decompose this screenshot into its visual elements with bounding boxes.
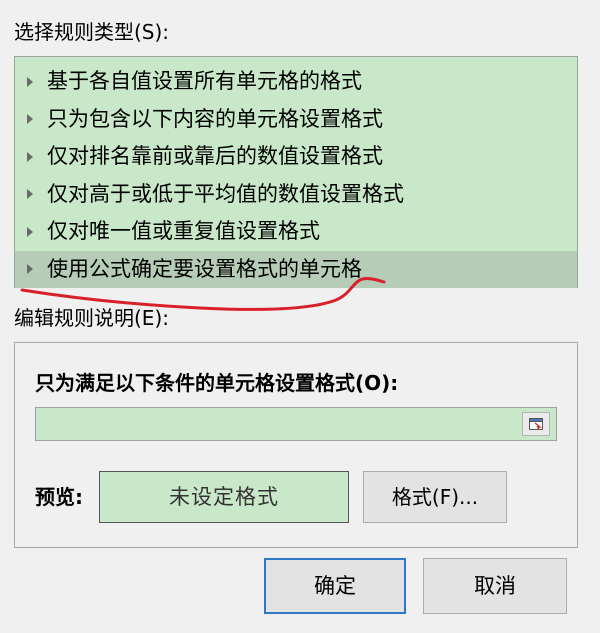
- collapse-dialog-icon: [529, 418, 543, 430]
- preview-box: 未设定格式: [99, 471, 349, 523]
- rule-item-above-below-average[interactable]: 仅对高于或低于平均值的数值设置格式: [15, 176, 577, 214]
- tree-arrow-icon: [27, 76, 33, 87]
- rule-item-label: 仅对唯一值或重复值设置格式: [47, 219, 320, 243]
- preview-label: 预览:: [35, 485, 83, 509]
- rule-item-label: 仅对排名靠前或靠后的数值设置格式: [47, 144, 383, 168]
- collapse-dialog-button[interactable]: [522, 412, 550, 436]
- edit-rule-label: 编辑规则说明(E):: [14, 306, 169, 330]
- rule-item-use-formula[interactable]: 使用公式确定要设置格式的单元格: [15, 250, 577, 288]
- tree-arrow-icon: [27, 226, 33, 237]
- edit-rule-panel: 只为满足以下条件的单元格设置格式(O): 预览: 未设定格式 格式(F)...: [14, 342, 578, 548]
- tree-arrow-icon: [27, 114, 33, 125]
- tree-arrow-icon: [27, 151, 33, 162]
- rule-item-label: 只为包含以下内容的单元格设置格式: [47, 106, 383, 131]
- rule-type-label: 选择规则类型(S):: [14, 20, 170, 44]
- rule-type-list[interactable]: 基于各自值设置所有单元格的格式 只为包含以下内容的单元格设置格式 仅对排名靠前或…: [14, 56, 578, 288]
- cancel-button[interactable]: 取消: [423, 558, 567, 614]
- tree-arrow-icon: [27, 264, 33, 275]
- rule-item-top-bottom[interactable]: 仅对排名靠前或靠后的数值设置格式: [15, 138, 577, 176]
- formula-input[interactable]: [35, 407, 557, 441]
- rule-item-label: 使用公式确定要设置格式的单元格: [47, 256, 362, 281]
- format-button[interactable]: 格式(F)...: [363, 471, 507, 523]
- rule-item-contains[interactable]: 只为包含以下内容的单元格设置格式: [15, 101, 577, 139]
- rule-item-each-value[interactable]: 基于各自值设置所有单元格的格式: [15, 63, 577, 101]
- ok-button[interactable]: 确定: [264, 558, 406, 614]
- rule-item-label: 仅对高于或低于平均值的数值设置格式: [47, 181, 404, 206]
- tree-arrow-icon: [27, 189, 33, 200]
- rule-item-label: 基于各自值设置所有单元格的格式: [47, 69, 362, 93]
- condition-label: 只为满足以下条件的单元格设置格式(O):: [35, 371, 399, 395]
- rule-item-unique-duplicate[interactable]: 仅对唯一值或重复值设置格式: [15, 213, 577, 251]
